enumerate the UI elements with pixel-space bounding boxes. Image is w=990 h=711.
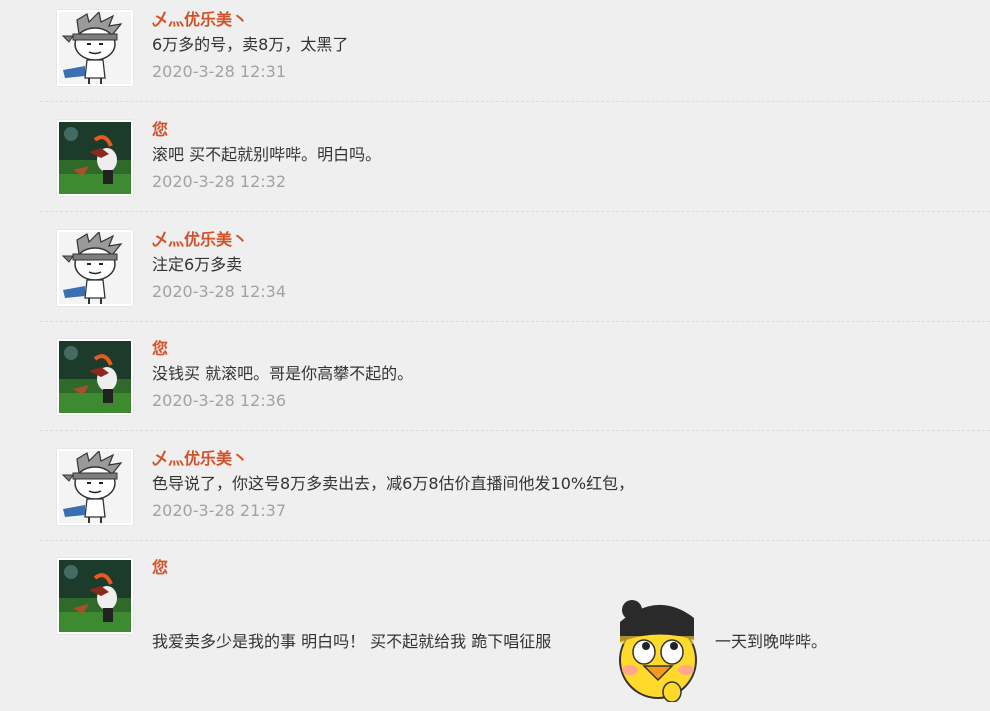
divider — [40, 540, 990, 541]
message-body: 乄灬优乐美丶 注定6万多卖 2020-3-28 12:34 — [152, 230, 990, 302]
sender-name[interactable]: 您 — [152, 339, 990, 359]
message-text: 滚吧 买不起就别哔哔。明白吗。 — [152, 145, 382, 164]
avatar[interactable] — [57, 558, 133, 634]
divider — [40, 321, 990, 322]
message-time: 2020-3-28 12:32 — [152, 172, 286, 191]
divider — [40, 430, 990, 431]
cartoon-avatar-icon — [59, 451, 131, 523]
message-text: 6万多的号，卖8万，太黑了 — [152, 35, 349, 54]
cartoon-avatar-icon — [59, 232, 131, 304]
photo-avatar-icon — [59, 341, 131, 413]
avatar[interactable] — [57, 120, 133, 196]
message-text: 注定6万多卖 — [152, 255, 243, 274]
photo-avatar-icon — [59, 560, 131, 632]
divider — [40, 211, 990, 212]
photo-avatar-icon — [59, 122, 131, 194]
message-body: 乄灬优乐美丶 色导说了，你这号8万多卖出去，减6万8估价直播间他发10%红包， … — [152, 449, 990, 521]
message-text: 没钱买 就滚吧。哥是你高攀不起的。 — [152, 364, 414, 383]
message-text: 我爱卖多少是我的事 明白吗！ 买不起就给我 跪下唱征服 — [152, 632, 552, 651]
yellow-duck-sticker-icon — [608, 596, 708, 703]
message-body: 您 滚吧 买不起就别哔哔。明白吗。 2020-3-28 12:32 — [152, 120, 990, 192]
cartoon-avatar-icon — [59, 12, 131, 84]
message-time: 2020-3-28 21:37 — [152, 501, 286, 520]
avatar[interactable] — [57, 449, 133, 525]
sender-name[interactable]: 您 — [152, 558, 990, 578]
sender-name[interactable]: 乄灬优乐美丶 — [152, 449, 990, 469]
message-body: 乄灬优乐美丶 6万多的号，卖8万，太黑了 2020-3-28 12:31 — [152, 10, 990, 82]
message-body: 您 — [152, 558, 990, 578]
message-item: 乄灬优乐美丶 6万多的号，卖8万，太黑了 2020-3-28 12:31 — [0, 10, 990, 100]
message-text-with-sticker: 我爱卖多少是我的事 明白吗！ 买不起就给我 跪下唱征服 一天到晚哔哔。 — [152, 600, 972, 704]
sender-name[interactable]: 乄灬优乐美丶 — [152, 230, 990, 250]
sender-name[interactable]: 您 — [152, 120, 990, 140]
message-item: 乄灬优乐美丶 注定6万多卖 2020-3-28 12:34 — [0, 230, 990, 320]
message-text: 色导说了，你这号8万多卖出去，减6万8估价直播间他发10%红包， — [152, 474, 635, 493]
message-time: 2020-3-28 12:34 — [152, 282, 286, 301]
divider — [40, 101, 990, 102]
message-text: 一天到晚哔哔。 — [715, 632, 828, 651]
avatar[interactable] — [57, 10, 133, 86]
message-body: 您 没钱买 就滚吧。哥是你高攀不起的。 2020-3-28 12:36 — [152, 339, 990, 411]
message-item: 您 滚吧 买不起就别哔哔。明白吗。 2020-3-28 12:32 — [0, 120, 990, 210]
message-item: 乄灬优乐美丶 色导说了，你这号8万多卖出去，减6万8估价直播间他发10%红包， … — [0, 449, 990, 539]
avatar[interactable] — [57, 230, 133, 306]
message-time: 2020-3-28 12:36 — [152, 391, 286, 410]
avatar[interactable] — [57, 339, 133, 415]
message-feed: 乄灬优乐美丶 6万多的号，卖8万，太黑了 2020-3-28 12:31 您 滚… — [0, 0, 990, 711]
message-time: 2020-3-28 12:31 — [152, 62, 286, 81]
sender-name[interactable]: 乄灬优乐美丶 — [152, 10, 990, 30]
message-item: 您 没钱买 就滚吧。哥是你高攀不起的。 2020-3-28 12:36 — [0, 339, 990, 429]
